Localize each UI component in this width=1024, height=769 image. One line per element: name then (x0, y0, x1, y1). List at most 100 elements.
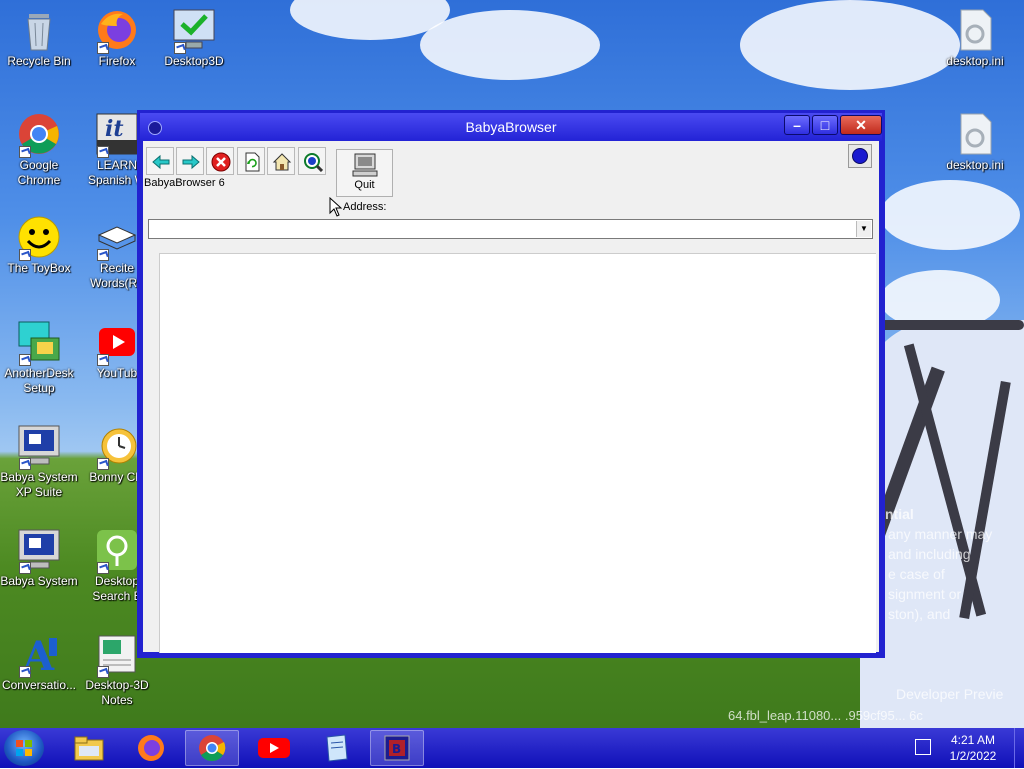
settings-file-icon (953, 8, 997, 52)
recycle-bin-icon (17, 8, 61, 52)
chevron-down-icon[interactable]: ▼ (856, 221, 871, 237)
desktop-icon-label: Desktop-3D Notes (85, 678, 149, 707)
wallpaper-text: ston), and (888, 606, 951, 622)
settings-file-icon (953, 112, 997, 156)
svg-text:it: it (105, 116, 124, 142)
desktop-icon-label: The ToyBox (7, 261, 71, 275)
chrome-icon (17, 112, 61, 158)
desktop-icon-label: Recycle Bin (7, 54, 71, 68)
close-button[interactable]: ✕ (840, 115, 882, 135)
setup-icon (17, 320, 61, 366)
babyabrowser-icon: B (384, 735, 410, 761)
desktop-icon-toybox[interactable]: The ToyBox (0, 215, 79, 276)
page-content-area[interactable] (159, 253, 876, 653)
chrome-icon (199, 735, 226, 762)
taskbar-babyabrowser[interactable]: B (370, 730, 424, 766)
wallpaper-text: e case of (888, 566, 945, 582)
quit-label: Quit (354, 179, 375, 191)
clock-date: 1/2/2022 (949, 749, 997, 763)
search-app-icon (95, 528, 139, 574)
network-icon[interactable] (915, 739, 931, 755)
monitor-check-icon (172, 8, 216, 54)
refresh-icon (245, 152, 260, 172)
youtube-icon (258, 738, 290, 758)
taskbar-firefox[interactable] (124, 730, 178, 766)
browser-window: BabyaBrowser – □ ✕ BabyaBrowser 6 Quit A… (137, 110, 885, 658)
desktop-icon-label: Firefox (98, 54, 136, 68)
build-watermark: 64.fbl_leap.11080... .959cf95... 6c (728, 708, 923, 723)
wallpaper-cloud (880, 180, 1020, 250)
taskbar-chrome[interactable] (185, 730, 239, 766)
desktop-icon-label: desktop.ini (946, 158, 1004, 172)
desktop-icon-chrome[interactable]: Google Chrome (0, 112, 79, 188)
home-icon (272, 153, 292, 171)
wallpaper-text: signment or (888, 586, 962, 602)
desktop-icon-anotherdesk[interactable]: AnotherDesk Setup (0, 320, 79, 396)
wallpaper-cloud (420, 10, 600, 80)
desktop-icon-label: Babya System (0, 574, 78, 588)
notes-icon (95, 632, 139, 678)
back-button[interactable] (146, 147, 174, 175)
wallpaper-text: and including (888, 546, 971, 562)
firefox-icon (95, 8, 139, 54)
desktop-icon-firefox[interactable]: Firefox (77, 8, 157, 69)
activity-globe-icon (848, 144, 872, 168)
show-desktop-button[interactable] (1014, 728, 1024, 768)
title-bar[interactable]: BabyaBrowser – □ ✕ (140, 113, 882, 141)
desktop-icon-recycle-bin[interactable]: Recycle Bin (0, 8, 79, 69)
desktop-icon-label: Conversatio... (1, 678, 77, 692)
youtube-icon (95, 320, 139, 366)
brand-label: BabyaBrowser 6 (144, 177, 225, 189)
desktop-icon-desktop-ini[interactable]: desktop.ini (935, 112, 1015, 173)
windows-logo-icon (16, 740, 32, 756)
taskbar-youtube[interactable] (247, 730, 301, 766)
folder-icon (74, 736, 104, 761)
mouse-cursor-icon (329, 197, 343, 217)
stop-button[interactable] (206, 147, 234, 175)
forward-button[interactable] (176, 147, 204, 175)
start-button[interactable] (4, 730, 44, 766)
learn-app-icon: it (95, 112, 139, 158)
taskbar-notepad[interactable] (309, 730, 363, 766)
desktop-icon-desktop-ini[interactable]: desktop.ini (935, 8, 1015, 69)
computer-icon (352, 153, 377, 177)
clock-time: 4:21 AM (950, 733, 996, 747)
notepad-icon (326, 734, 348, 762)
computer-icon (17, 528, 61, 574)
address-label: Address: (343, 201, 387, 213)
desktop-icon-label: Google Chrome (17, 158, 61, 187)
desktop-icon-label: AnotherDesk Setup (4, 366, 74, 395)
taskbar-file-explorer[interactable] (62, 730, 116, 766)
tray-clock[interactable]: 4:21 AM 1/2/2022 (940, 732, 1006, 764)
desktop-icon-label: Babya System XP Suite (0, 470, 78, 499)
wallpaper-text: ntial (885, 506, 914, 522)
window-title: BabyaBrowser (465, 119, 557, 135)
desktop-icon-conversation[interactable]: A Conversatio... (0, 632, 79, 693)
quit-button[interactable]: Quit (336, 149, 393, 197)
desktop-icon-label: desktop.ini (946, 54, 1004, 68)
smiley-icon (17, 215, 61, 261)
forward-arrow-icon (182, 154, 200, 170)
taskbar: B 4:21 AM 1/2/2022 (0, 728, 1024, 768)
minimize-button[interactable]: – (784, 115, 810, 135)
search-icon (304, 153, 323, 172)
address-input[interactable]: ▼ (148, 219, 873, 239)
stop-icon (211, 152, 231, 172)
home-button[interactable] (267, 147, 295, 175)
desktop-icon-babya-xp-suite[interactable]: Babya System XP Suite (0, 424, 79, 500)
desktop-icon-desktop3d[interactable]: Desktop3D (154, 8, 234, 69)
conversation-icon: A (17, 632, 61, 680)
refresh-button[interactable] (237, 147, 265, 175)
desktop-icon-babya-system[interactable]: Babya System (0, 528, 79, 589)
computer-icon (17, 424, 61, 470)
book-icon (95, 215, 139, 261)
browser-client-area: BabyaBrowser 6 Quit Address: ▼ (143, 141, 879, 653)
clock-icon (95, 424, 139, 470)
desktop-icon-label: Desktop3D (164, 54, 224, 68)
build-watermark: Developer Previe (896, 686, 1004, 702)
back-arrow-icon (152, 154, 170, 170)
search-button[interactable] (298, 147, 326, 175)
wallpaper-text: any manner may (888, 526, 993, 542)
svg-text:B: B (392, 742, 401, 756)
maximize-button[interactable]: □ (812, 115, 838, 135)
